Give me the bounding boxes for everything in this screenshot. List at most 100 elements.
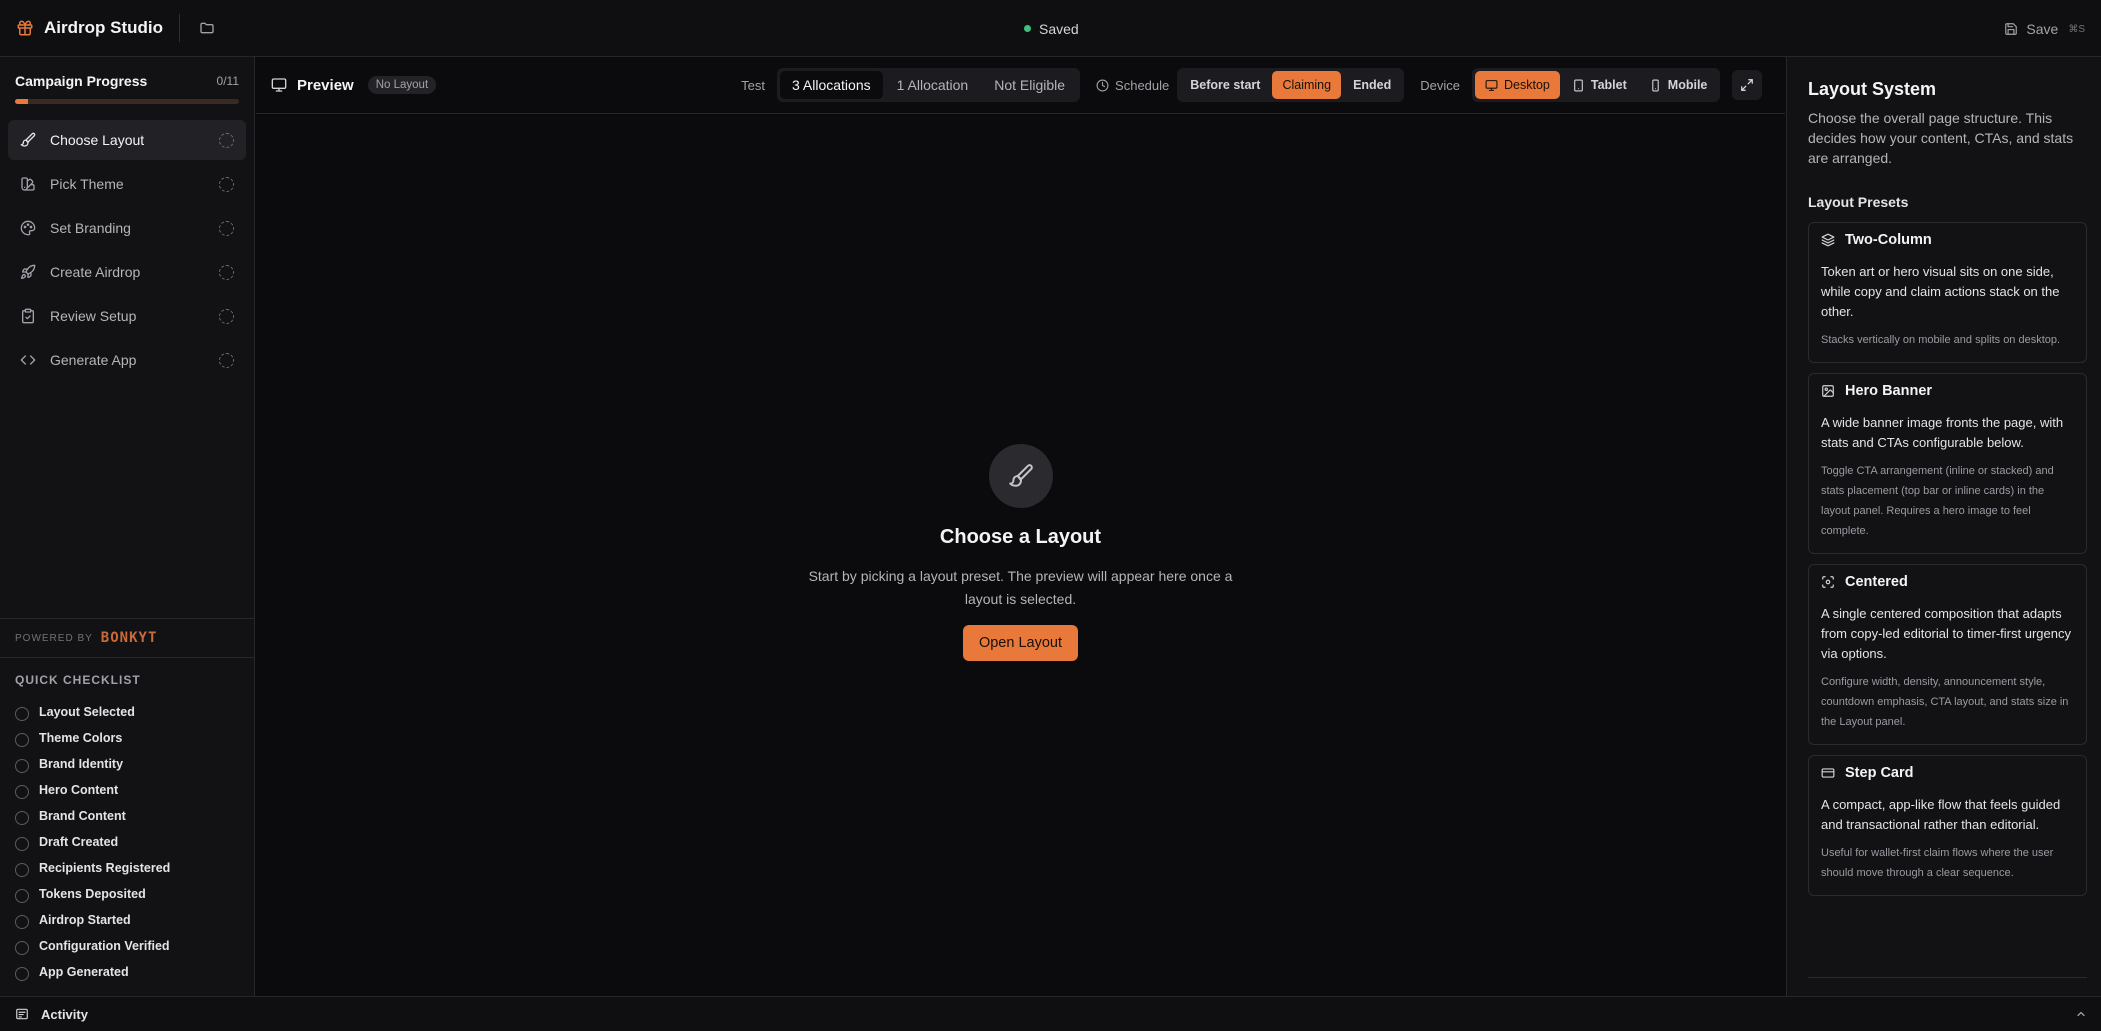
activity-log-icon bbox=[15, 1007, 29, 1021]
layers-icon bbox=[1821, 233, 1835, 247]
folder-icon bbox=[199, 20, 215, 36]
test-option-not-eligible[interactable]: Not Eligible bbox=[982, 71, 1077, 99]
device-option-tablet[interactable]: Tablet bbox=[1562, 71, 1637, 99]
preset-note: Toggle CTA arrangement (inline or stacke… bbox=[1821, 465, 2054, 537]
layout-panel: Layout System Choose the overall page st… bbox=[1786, 57, 2101, 996]
preset-name: Hero Banner bbox=[1845, 383, 1933, 399]
saved-dot-icon bbox=[1024, 25, 1031, 32]
layout-badge: No Layout bbox=[367, 76, 437, 94]
unchecked-circle-icon bbox=[15, 967, 29, 981]
checklist-item: Brand Content bbox=[15, 803, 255, 829]
checklist-label: App Generated bbox=[39, 965, 129, 979]
step-label: Set Branding bbox=[50, 220, 131, 236]
checklist-label: Theme Colors bbox=[39, 731, 123, 745]
step-pending-icon bbox=[219, 132, 234, 148]
panel-title: Layout System bbox=[1808, 79, 1937, 99]
open-layout-button[interactable]: Open Layout bbox=[962, 625, 1079, 661]
test-option-1-allocation[interactable]: 1 Allocation bbox=[885, 71, 981, 99]
device-option-mobile[interactable]: Mobile bbox=[1639, 71, 1718, 99]
preview-canvas: Choose a Layout Start by picking a layou… bbox=[256, 114, 1785, 996]
test-option-3-allocations[interactable]: 3 Allocations bbox=[780, 71, 883, 99]
unchecked-circle-icon bbox=[15, 863, 29, 877]
schedule-option-before-start[interactable]: Before start bbox=[1180, 71, 1270, 99]
preset-header: Two-Column bbox=[1821, 232, 2074, 248]
test-segmented-control: 3 Allocations 1 Allocation Not Eligible bbox=[777, 68, 1081, 102]
device-option-desktop[interactable]: Desktop bbox=[1475, 71, 1560, 99]
step-label: Create Airdrop bbox=[50, 264, 141, 280]
mobile-icon bbox=[1649, 79, 1662, 92]
checklist-label: Layout Selected bbox=[39, 705, 135, 719]
unchecked-circle-icon bbox=[15, 733, 29, 747]
panel-description: Choose the overall page structure. This … bbox=[1808, 110, 2074, 166]
preset-description: A wide banner image fronts the page, wit… bbox=[1821, 415, 2064, 450]
step-choose-layout[interactable]: Choose Layout bbox=[8, 120, 246, 160]
unchecked-circle-icon bbox=[15, 941, 29, 955]
top-bar: Airdrop Studio Saved Save ⌘S bbox=[0, 0, 2101, 57]
step-create-airdrop[interactable]: Create Airdrop bbox=[8, 252, 246, 292]
checklist-item: Airdrop Started bbox=[15, 907, 255, 933]
open-project-button[interactable] bbox=[196, 17, 218, 39]
step-review-setup[interactable]: Review Setup bbox=[8, 296, 246, 336]
powered-by-label: POWERED BY bbox=[15, 632, 93, 644]
preset-name: Two-Column bbox=[1845, 232, 1932, 248]
progress-title: Campaign Progress bbox=[15, 73, 148, 89]
code-icon bbox=[20, 352, 36, 368]
checklist-label: Tokens Deposited bbox=[39, 887, 146, 901]
clock-icon bbox=[1096, 79, 1109, 92]
preview-heading: Preview No Layout bbox=[271, 76, 437, 94]
preset-description: A compact, app-like flow that feels guid… bbox=[1821, 797, 2061, 832]
powered-by-logo[interactable]: BONKYT bbox=[101, 630, 158, 646]
checklist-item: Hero Content bbox=[15, 777, 255, 803]
step-pick-theme[interactable]: Pick Theme bbox=[8, 164, 246, 204]
checklist-label: Hero Content bbox=[39, 783, 119, 797]
image-icon bbox=[1821, 384, 1835, 398]
app-title: Airdrop Studio bbox=[44, 18, 163, 37]
credit-card-icon bbox=[1821, 766, 1835, 780]
save-icon bbox=[2004, 22, 2018, 36]
step-generate-app[interactable]: Generate App bbox=[8, 340, 246, 380]
clipboard-check-icon bbox=[20, 308, 36, 324]
device-segmented-control: Desktop Tablet Mobile bbox=[1472, 68, 1721, 102]
checklist-label: Configuration Verified bbox=[39, 939, 170, 953]
progress-count: 0/11 bbox=[216, 74, 239, 88]
preset-note: Stacks vertically on mobile and splits o… bbox=[1821, 334, 2061, 346]
save-button[interactable]: Save ⌘S bbox=[2004, 14, 2085, 44]
schedule-label: Schedule bbox=[1115, 77, 1170, 93]
device-label: Device bbox=[1420, 77, 1461, 93]
preset-header: Centered bbox=[1821, 574, 2074, 590]
device-option-label: Tablet bbox=[1590, 78, 1627, 92]
preset-description: A single centered composition that adapt… bbox=[1821, 606, 2071, 661]
quick-checklist: QUICK CHECKLIST Layout Selected Theme Co… bbox=[0, 673, 255, 985]
powered-by: POWERED BY BONKYT bbox=[0, 618, 255, 658]
unchecked-circle-icon bbox=[15, 811, 29, 825]
progress-bar bbox=[15, 99, 239, 104]
brush-icon bbox=[20, 132, 36, 148]
preset-two-column[interactable]: Two-Column Token art or hero visual sits… bbox=[1808, 222, 2087, 363]
save-status-label: Saved bbox=[1039, 20, 1079, 37]
activity-label: Activity bbox=[41, 1006, 88, 1022]
preview-toolbar: Preview No Layout Test 3 Allocations 1 A… bbox=[256, 57, 1785, 114]
schedule-option-ended[interactable]: Ended bbox=[1343, 71, 1401, 99]
checklist-item: App Generated bbox=[15, 959, 255, 985]
activity-bar[interactable]: Activity bbox=[0, 996, 2101, 1031]
progress-fill bbox=[15, 99, 29, 104]
schedule-option-claiming[interactable]: Claiming bbox=[1272, 71, 1342, 99]
preset-hero-banner[interactable]: Hero Banner A wide banner image fronts t… bbox=[1808, 373, 2087, 554]
palette-icon bbox=[20, 220, 36, 236]
preset-description: Token art or hero visual sits on one sid… bbox=[1821, 264, 2060, 319]
empty-state-icon bbox=[988, 444, 1053, 508]
unchecked-circle-icon bbox=[15, 837, 29, 851]
chevron-up-icon[interactable] bbox=[2075, 1008, 2087, 1020]
preset-step-card[interactable]: Step Card A compact, app-like flow that … bbox=[1808, 755, 2087, 896]
preset-header: Step Card bbox=[1821, 765, 2074, 781]
swatch-icon bbox=[20, 176, 36, 192]
brush-icon bbox=[1008, 463, 1034, 489]
preset-name: Step Card bbox=[1845, 765, 1914, 781]
fullscreen-button[interactable] bbox=[1732, 70, 1763, 100]
step-set-branding[interactable]: Set Branding bbox=[8, 208, 246, 248]
step-pending-icon bbox=[219, 176, 234, 192]
expand-icon bbox=[1740, 78, 1754, 92]
preset-centered[interactable]: Centered A single centered composition t… bbox=[1808, 564, 2087, 745]
brand: Airdrop Studio bbox=[0, 0, 163, 56]
checklist-title: QUICK CHECKLIST bbox=[15, 673, 141, 687]
